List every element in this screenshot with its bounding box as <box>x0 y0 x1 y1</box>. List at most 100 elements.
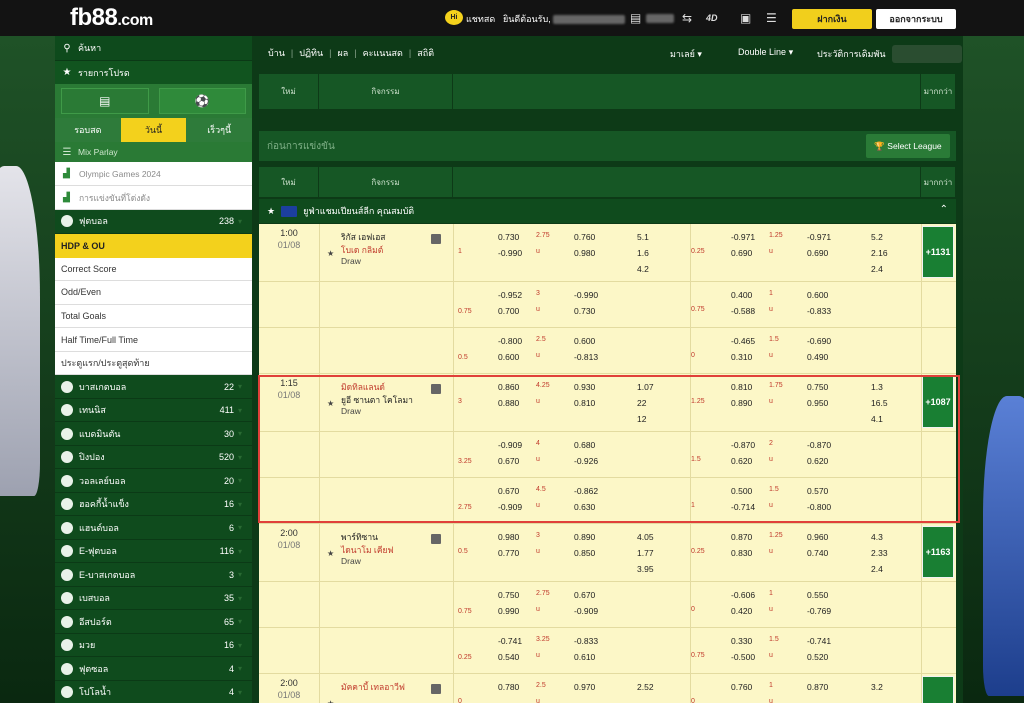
sidebar-favorites[interactable]: ★ รายการโปรด <box>55 60 252 84</box>
away-team[interactable]: ไดนาโม เคียฟ <box>341 543 394 557</box>
select-league-button[interactable]: 🏆 Select League <box>866 134 950 158</box>
fh-1x2-away[interactable]: 2.33 <box>871 548 888 558</box>
sport-item[interactable]: E-ฟุตบอล 116 ▾ <box>55 539 252 564</box>
fh-odds-over[interactable]: -0.971 <box>807 232 831 242</box>
sport-item[interactable]: บาสเกตบอล 22 ▾ <box>55 375 252 399</box>
odds-away[interactable]: 0.990 <box>498 606 519 616</box>
fh-odds-under[interactable]: 0.520 <box>807 652 828 662</box>
fh-odds-over[interactable]: 0.570 <box>807 486 828 496</box>
tab-today[interactable]: วันนี้ <box>120 118 187 142</box>
sport-item[interactable]: ฟุตซอล 4 ▾ <box>55 657 252 681</box>
logout-button[interactable]: ออกจากระบบ <box>876 9 956 29</box>
nav-calendar[interactable]: ปฏิทิน <box>299 46 323 60</box>
odds-over[interactable]: 0.670 <box>574 590 595 600</box>
line-dropdown[interactable]: Double Line ▾ <box>738 47 793 58</box>
odds-under[interactable]: 0.850 <box>574 548 595 558</box>
fh-odds-away[interactable]: 0.830 <box>731 548 752 558</box>
deposit-button[interactable]: ฝากเงิน <box>792 9 872 29</box>
fh-odds-under[interactable]: 0.620 <box>807 456 828 466</box>
nav-live-score[interactable]: คะแนนสด <box>363 46 403 60</box>
profile-icon[interactable]: ▣ <box>740 11 751 25</box>
sport-football[interactable]: ฟุตบอล 238 ▾ <box>55 210 252 234</box>
league-header[interactable]: ★ ยูฟ่าแชมเปียนส์ลีก คุณสมบัติ ⌃ <box>259 199 956 223</box>
fh-odds-away[interactable]: 0.620 <box>731 456 752 466</box>
odds-under[interactable]: -0.813 <box>574 352 598 362</box>
stats-icon[interactable] <box>431 384 441 394</box>
sport-item[interactable]: เบสบอล 35 ▾ <box>55 586 252 611</box>
more-markets-button[interactable]: +1131 <box>922 226 954 278</box>
nav-results[interactable]: ผล <box>337 46 348 60</box>
fh-odds-home[interactable]: 0.330 <box>731 636 752 646</box>
market-submenu-item[interactable]: Odd/Even <box>55 281 252 305</box>
fh-odds-home[interactable]: 0.810 <box>731 382 752 392</box>
nav-home[interactable]: บ้าน <box>268 46 285 60</box>
favorite-star-icon[interactable]: ★ <box>327 249 334 258</box>
stats-icon[interactable] <box>431 684 441 694</box>
odds-home[interactable]: 0.730 <box>498 232 519 242</box>
fh-odds-away[interactable]: 0.890 <box>731 398 752 408</box>
odds-home[interactable]: 0.980 <box>498 532 519 542</box>
odds-1x2-draw[interactable]: 12 <box>637 414 646 424</box>
market-submenu-item[interactable]: Total Goals <box>55 304 252 329</box>
market-submenu-item[interactable]: Half Time/Full Time <box>55 328 252 352</box>
stats-icon[interactable] <box>431 234 441 244</box>
tab-upcoming[interactable]: เร็วๆนี้ <box>186 118 252 142</box>
odds-1x2-away[interactable]: 1.6 <box>637 248 649 258</box>
sport-item[interactable]: วอลเลย์บอล 20 ▾ <box>55 469 252 493</box>
fh-odds-under[interactable]: -0.800 <box>807 502 831 512</box>
odds-over[interactable]: 0.930 <box>574 382 595 392</box>
odds-1x2-home[interactable]: 5.1 <box>637 232 649 242</box>
fh-odds-over[interactable]: 0.960 <box>807 532 828 542</box>
market-submenu-item[interactable]: Correct Score <box>55 257 252 282</box>
home-team[interactable]: ริกัส เอฟเอส <box>341 230 386 244</box>
sport-item[interactable]: โปโลน้ำ 4 ▾ <box>55 680 252 703</box>
home-team[interactable]: มัคคาบี้ เทลอาวีฟ <box>341 680 405 694</box>
fh-odds-home[interactable]: -0.971 <box>731 232 755 242</box>
fh-1x2-draw[interactable]: 2.4 <box>871 264 883 274</box>
away-team[interactable]: ยูอี ซานตา โคโลมา <box>341 393 413 407</box>
fh-1x2-home[interactable]: 3.2 <box>871 682 883 692</box>
nav-stats[interactable]: สถิติ <box>417 46 434 60</box>
odds-1x2-away[interactable]: 1.77 <box>637 548 654 558</box>
fh-odds-under[interactable]: -0.769 <box>807 606 831 616</box>
fh-1x2-away[interactable]: 16.5 <box>871 398 888 408</box>
fh-odds-away[interactable]: 0.690 <box>731 248 752 258</box>
favorite-star-icon[interactable]: ★ <box>327 549 334 558</box>
odds-home[interactable]: 0.670 <box>498 486 519 496</box>
sport-item[interactable]: E-บาสเกตบอล 3 ▾ <box>55 563 252 587</box>
odds-home[interactable]: 0.750 <box>498 590 519 600</box>
odds-1x2-home[interactable]: 4.05 <box>637 532 654 542</box>
wallet-icon[interactable]: ▤ <box>630 11 641 25</box>
transfer-icon[interactable]: ⇆ <box>682 11 692 25</box>
fh-1x2-home[interactable]: 4.3 <box>871 532 883 542</box>
more-markets-button[interactable] <box>922 676 954 703</box>
fh-odds-over[interactable]: 0.600 <box>807 290 828 300</box>
sport-item[interactable]: ฮอคกี้น้ำแข็ง 16 ▾ <box>55 492 252 517</box>
odds-away[interactable]: -0.990 <box>498 248 522 258</box>
special-popular[interactable]: ▟ การแข่งขันที่โด่งดัง <box>55 186 252 210</box>
away-team[interactable]: โบเด กลิมต์ <box>341 243 383 257</box>
menu-list-icon[interactable]: ☰ <box>766 11 777 25</box>
sport-item[interactable]: แบดมินตัน 30 ▾ <box>55 422 252 446</box>
bet-history-link[interactable]: ประวัติการเดิมพัน <box>817 47 886 61</box>
favorite-star-icon[interactable]: ★ <box>327 399 334 408</box>
fh-odds-home[interactable]: 0.760 <box>731 682 752 692</box>
odds-away[interactable]: 0.600 <box>498 352 519 362</box>
favorite-star-icon[interactable]: ★ <box>327 699 334 703</box>
odds-under[interactable]: -0.909 <box>574 606 598 616</box>
odds-away[interactable]: -0.909 <box>498 502 522 512</box>
home-team[interactable]: พาร์ทิซาน <box>341 530 378 544</box>
odds-over[interactable]: 0.970 <box>574 682 595 692</box>
fh-1x2-draw[interactable]: 4.1 <box>871 414 883 424</box>
fh-odds-over[interactable]: 0.870 <box>807 682 828 692</box>
odds-1x2-home[interactable]: 2.52 <box>637 682 654 692</box>
odds-under[interactable]: 0.610 <box>574 652 595 662</box>
special-olympics[interactable]: ▟ Olympic Games 2024 <box>55 162 252 186</box>
promo-icon[interactable]: 4D <box>706 11 718 25</box>
odds-home[interactable]: -0.741 <box>498 636 522 646</box>
odds-1x2-away[interactable]: 22 <box>637 398 646 408</box>
fh-odds-away[interactable]: 0.420 <box>731 606 752 616</box>
fh-1x2-home[interactable]: 1.3 <box>871 382 883 392</box>
fh-odds-home[interactable]: 0.500 <box>731 486 752 496</box>
odds-away[interactable]: 0.880 <box>498 398 519 408</box>
